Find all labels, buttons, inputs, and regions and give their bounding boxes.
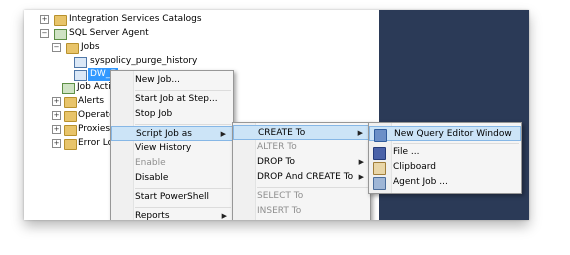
folder-icon — [64, 139, 77, 150]
tree-item-label: Jobs — [81, 42, 100, 52]
screenshot-frame: + Integration Services Catalogs − SQL Se… — [24, 10, 529, 220]
menu-item-new-job[interactable]: New Job... — [111, 73, 233, 88]
menu-item-create-to[interactable]: CREATE To ▶ — [233, 125, 370, 140]
menu-item-label: File ... — [393, 147, 420, 157]
save-file-icon — [373, 147, 386, 160]
submenu-arrow-icon: ▶ — [357, 129, 363, 137]
menu-item-label: DROP And CREATE To — [257, 172, 354, 182]
expand-toggle[interactable]: + — [52, 125, 61, 134]
menu-item-label: Agent Job ... — [393, 177, 448, 187]
expand-toggle[interactable]: + — [52, 111, 61, 120]
job-context-menu: New Job... Start Job at Step... Stop Job… — [110, 70, 234, 220]
folder-icon — [54, 15, 67, 26]
menu-item-start-powershell[interactable]: Start PowerShell — [111, 190, 233, 205]
folder-icon — [64, 97, 77, 108]
menu-item-label: Reports — [135, 211, 170, 220]
menu-item-alter-to[interactable]: ALTER To — [233, 140, 370, 155]
menu-item-stop-job[interactable]: Stop Job — [111, 107, 233, 122]
menu-item-label: Script Job as — [136, 129, 192, 139]
submenu-arrow-icon: ▶ — [220, 130, 226, 138]
folder-icon — [66, 43, 79, 54]
query-window-icon — [374, 129, 387, 142]
expand-toggle[interactable]: + — [40, 15, 49, 24]
menu-separator — [135, 90, 231, 91]
menu-separator — [135, 207, 231, 208]
menu-item-drop-to[interactable]: DROP To ▶ — [233, 155, 370, 170]
activity-monitor-icon — [62, 83, 75, 94]
menu-separator — [135, 188, 231, 189]
menu-item-agent-job[interactable]: Agent Job ... — [369, 175, 521, 190]
submenu-arrow-icon: ▶ — [221, 212, 227, 220]
submenu-arrow-icon: ▶ — [358, 158, 364, 166]
submenu-arrow-icon: ▶ — [358, 173, 364, 181]
menu-item-label: DROP To — [257, 157, 296, 167]
sql-agent-icon — [54, 29, 67, 40]
menu-item-drop-and-create-to[interactable]: DROP And CREATE To ▶ — [233, 170, 370, 185]
menu-item-start-job-at-step[interactable]: Start Job at Step... — [111, 92, 233, 107]
tree-item-label: Integration Services Catalogs — [69, 14, 202, 24]
job-icon — [74, 57, 87, 68]
menu-item-view-history[interactable]: View History — [111, 141, 233, 156]
collapse-toggle[interactable]: − — [40, 29, 49, 38]
expand-toggle[interactable]: + — [52, 97, 61, 106]
tree-item-label: syspolicy_purge_history — [90, 56, 198, 66]
menu-item-label: New Query Editor Window — [394, 129, 512, 139]
tree-item-label: Proxies — [78, 124, 111, 134]
menu-item-select-to[interactable]: SELECT To — [233, 189, 370, 204]
script-job-submenu: CREATE To ▶ ALTER To DROP To ▶ DROP And … — [232, 122, 371, 220]
tree-item-label: SQL Server Agent — [69, 28, 149, 38]
menu-separator — [257, 187, 368, 188]
folder-icon — [64, 111, 77, 122]
menu-item-reports[interactable]: Reports ▶ — [111, 209, 233, 220]
menu-item-clipboard[interactable]: Clipboard — [369, 160, 521, 175]
menu-item-enable[interactable]: Enable — [111, 156, 233, 171]
menu-separator — [393, 143, 519, 144]
menu-item-file[interactable]: File ... — [369, 145, 521, 160]
agent-job-icon — [373, 177, 386, 190]
collapse-toggle[interactable]: − — [52, 43, 61, 52]
create-to-submenu: New Query Editor Window File ... Clipboa… — [368, 122, 522, 194]
folder-icon — [64, 125, 77, 136]
menu-item-script-job-as[interactable]: Script Job as ▶ — [111, 126, 233, 141]
menu-item-insert-to[interactable]: INSERT To — [233, 204, 370, 219]
menu-item-label: CREATE To — [258, 128, 306, 138]
expand-toggle[interactable]: + — [52, 139, 61, 148]
tree-item-label: Alerts — [78, 96, 105, 106]
menu-item-new-query-editor-window[interactable]: New Query Editor Window — [369, 126, 521, 142]
menu-separator — [135, 124, 231, 125]
menu-item-label: Clipboard — [393, 162, 436, 172]
menu-item-disable[interactable]: Disable — [111, 171, 233, 186]
clipboard-icon — [373, 162, 386, 175]
job-icon — [74, 70, 87, 81]
